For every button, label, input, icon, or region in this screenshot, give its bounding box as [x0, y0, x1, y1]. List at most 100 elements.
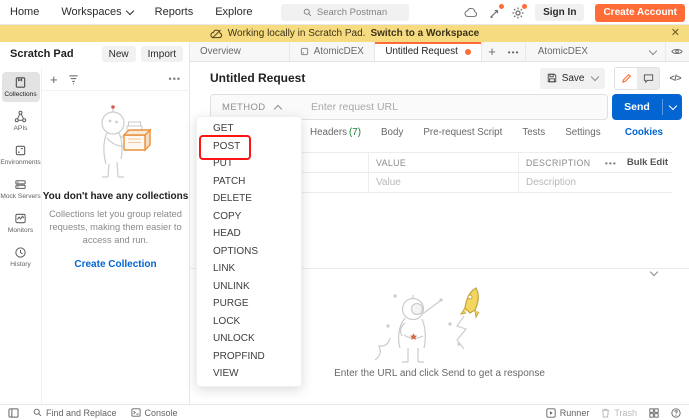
column-divider: [368, 152, 369, 193]
menu-explore[interactable]: Explore: [215, 6, 252, 18]
trash-button[interactable]: Trash: [601, 408, 637, 418]
tab-untitled-request[interactable]: Untitled Request: [375, 42, 481, 61]
send-button[interactable]: Send: [612, 94, 682, 120]
notification-badge: [522, 4, 527, 9]
request-config-tabs: Headers(7) Body Pre-request Script Tests…: [310, 122, 601, 142]
postman-app: Home Workspaces Reports Explore Search P…: [0, 0, 689, 420]
description-placeholder[interactable]: Description: [526, 177, 576, 188]
save-button[interactable]: Save: [540, 68, 606, 89]
bulk-edit-button[interactable]: Bulk Edit: [627, 157, 668, 168]
edit-mode-button[interactable]: [615, 68, 637, 89]
sidebar-item-collections[interactable]: Collections: [2, 72, 40, 102]
nav-right: Sign In Create Account: [464, 0, 685, 25]
collections-panel: + •••: [42, 68, 189, 404]
add-collection-button[interactable]: +: [50, 73, 58, 86]
menu-reports[interactable]: Reports: [155, 6, 194, 18]
create-collection-link[interactable]: Create Collection: [42, 259, 189, 270]
method-option-view[interactable]: VIEW: [197, 365, 301, 383]
environment-name: AtomicDEX: [526, 46, 650, 57]
new-tab-button[interactable]: +: [482, 42, 503, 61]
mock-servers-icon: [14, 178, 27, 191]
find-and-replace-button[interactable]: Find and Replace: [33, 408, 117, 418]
rail-label: Environments: [0, 159, 40, 166]
chevron-down-icon: [125, 7, 133, 15]
method-option-unlock[interactable]: UNLOCK: [197, 330, 301, 348]
runner-button[interactable]: Runner: [546, 408, 590, 418]
environment-selector[interactable]: AtomicDEX: [525, 42, 665, 61]
method-option-purge[interactable]: PURGE: [197, 295, 301, 313]
cloud-icon: [464, 7, 478, 18]
empty-collections-illustration: [73, 103, 159, 183]
environment-quick-look-button[interactable]: [665, 42, 689, 61]
sidebar-item-monitors[interactable]: Monitors: [2, 208, 40, 238]
sidebar-item-environments[interactable]: Environments: [2, 140, 40, 170]
filter-icon[interactable]: [68, 74, 79, 85]
runner-label: Runner: [560, 408, 590, 418]
console-label: Console: [145, 408, 178, 418]
tab-body[interactable]: Body: [381, 127, 403, 138]
menu-workspaces[interactable]: Workspaces: [61, 6, 132, 18]
panels-button[interactable]: [649, 408, 659, 418]
sidebar-item-history[interactable]: History: [2, 242, 40, 272]
method-option-head[interactable]: HEAD: [197, 225, 301, 243]
headers-count: (7): [349, 127, 361, 138]
tab-label: AtomicDEX: [314, 46, 364, 57]
banner-close-button[interactable]: ✕: [671, 26, 680, 39]
method-option-get[interactable]: GET: [197, 120, 301, 138]
search-placeholder: Search Postman: [317, 7, 387, 18]
rail-label: Monitors: [8, 227, 33, 234]
trash-label: Trash: [614, 408, 637, 418]
method-option-put[interactable]: PUT: [197, 155, 301, 173]
rail-label: Collections: [4, 91, 36, 98]
settings-button[interactable]: [512, 7, 524, 19]
params-more-button[interactable]: •••: [605, 158, 617, 168]
url-input[interactable]: [303, 95, 607, 119]
import-button[interactable]: Import: [141, 46, 183, 62]
create-account-button[interactable]: Create Account: [595, 4, 685, 22]
search-input[interactable]: Search Postman: [281, 4, 409, 21]
method-option-copy[interactable]: COPY: [197, 208, 301, 226]
menu-workspaces-label: Workspaces: [61, 6, 121, 18]
method-option-link[interactable]: LINK: [197, 260, 301, 278]
value-placeholder[interactable]: Value: [376, 177, 401, 188]
method-option-delete[interactable]: DELETE: [197, 190, 301, 208]
tab-headers[interactable]: Headers(7): [310, 127, 361, 138]
sidebar-header: Scratch Pad New Import: [0, 42, 189, 66]
menu-home[interactable]: Home: [10, 6, 39, 18]
workspace-title: Scratch Pad: [10, 48, 97, 60]
sidebar-item-mock-servers[interactable]: Mock Servers: [2, 174, 40, 204]
tab-settings[interactable]: Settings: [565, 127, 600, 138]
tab-atomicdex[interactable]: AtomicDEX: [290, 42, 376, 61]
method-option-options[interactable]: OPTIONS: [197, 243, 301, 261]
code-snippet-button[interactable]: </>: [669, 73, 681, 83]
empty-collections-title: You don't have any collections: [42, 191, 189, 202]
method-option-post[interactable]: POST: [197, 138, 301, 156]
tab-options-button[interactable]: •••: [502, 42, 525, 61]
sidebar-toggle-button[interactable]: [8, 408, 19, 418]
offline-cloud-button[interactable]: [464, 7, 478, 18]
scratchpad-banner: Working locally in Scratch Pad. Switch t…: [0, 25, 689, 42]
trash-icon: [601, 408, 610, 418]
new-button[interactable]: New: [102, 46, 136, 62]
status-bar: Find and Replace Console Runner Trash: [0, 404, 689, 420]
method-option-lock[interactable]: LOCK: [197, 313, 301, 331]
tab-overview[interactable]: Overview: [190, 42, 290, 61]
tab-tests[interactable]: Tests: [522, 127, 545, 138]
response-collapse-icon[interactable]: [650, 268, 658, 276]
tab-prerequest-script[interactable]: Pre-request Script: [423, 127, 502, 138]
comment-mode-button[interactable]: [637, 68, 659, 89]
method-option-propfind[interactable]: PROPFIND: [197, 348, 301, 366]
collections-more-button[interactable]: •••: [169, 74, 181, 84]
cookies-link[interactable]: Cookies: [625, 122, 663, 142]
switch-workspace-link[interactable]: Switch to a Workspace: [370, 28, 479, 39]
method-dropdown: GET POST PUT PATCH DELETE COPY HEAD OPTI…: [196, 116, 302, 387]
sign-in-button[interactable]: Sign In: [535, 4, 584, 21]
help-button[interactable]: [671, 408, 681, 418]
collections-icon: [14, 76, 27, 89]
send-options-button[interactable]: [663, 105, 682, 109]
capture-requests-button[interactable]: [489, 7, 501, 19]
sidebar-item-apis[interactable]: APIs: [2, 106, 40, 136]
console-button[interactable]: Console: [131, 408, 178, 418]
method-option-unlink[interactable]: UNLINK: [197, 278, 301, 296]
method-option-patch[interactable]: PATCH: [197, 173, 301, 191]
